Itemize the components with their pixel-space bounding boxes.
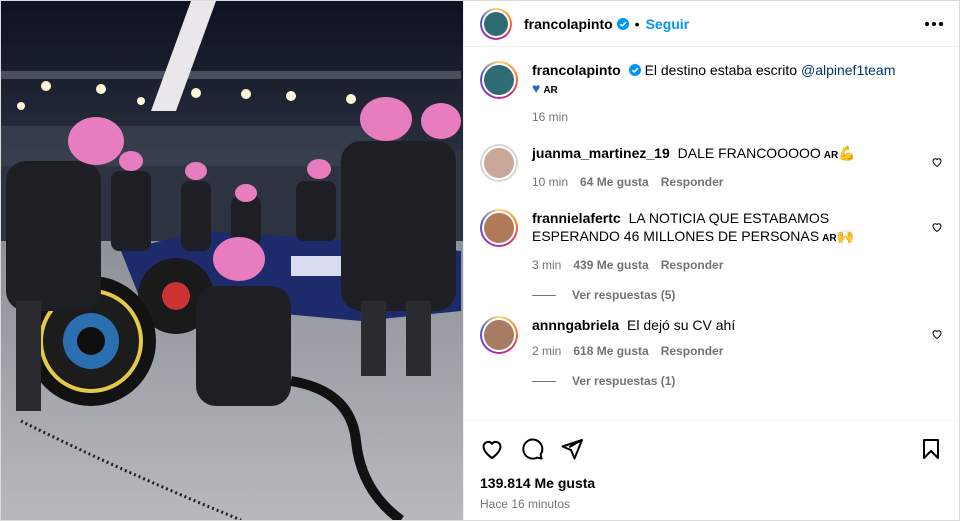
- comment-likes[interactable]: 439 Me gusta: [573, 256, 648, 274]
- comment-likes[interactable]: 64 Me gusta: [580, 173, 649, 191]
- post-likes-count[interactable]: 139.814 Me gusta: [480, 475, 943, 491]
- post-timestamp[interactable]: Hace 16 minutos: [480, 497, 943, 511]
- blue-heart-icon: ♥: [532, 80, 541, 96]
- view-replies-label[interactable]: Ver respuestas (5): [572, 288, 675, 302]
- share-send-icon[interactable]: [560, 437, 584, 461]
- comment-text: El dejó su CV ahí: [627, 317, 736, 333]
- flag-tag: AR: [822, 233, 837, 244]
- flag-tag: AR: [823, 150, 839, 161]
- comment-username[interactable]: juanma_martinez_19: [532, 145, 670, 161]
- comment-text: DALE FRANCOOOOO: [677, 145, 821, 161]
- comment-item: annngabriela El dejó su CV ahí 2 min 618…: [480, 316, 943, 360]
- raised-hands-icon: 🙌: [836, 228, 854, 244]
- post-header: francolapinto • Seguir: [464, 1, 959, 47]
- view-replies-button[interactable]: Ver respuestas (5): [532, 288, 943, 302]
- caption-time: 16 min: [532, 110, 569, 124]
- caption: francolapinto El destino estaba escrito …: [480, 61, 943, 126]
- separator-dot: •: [634, 15, 640, 32]
- like-comment-heart-icon[interactable]: [931, 156, 943, 168]
- comment-time: 2 min: [532, 344, 562, 358]
- like-comment-heart-icon[interactable]: [931, 221, 943, 233]
- save-bookmark-icon[interactable]: [919, 437, 943, 461]
- reply-button[interactable]: Responder: [661, 173, 724, 191]
- flexed-biceps-icon: 💪: [838, 145, 856, 161]
- view-replies-label[interactable]: Ver respuestas (1): [572, 374, 675, 388]
- comment-likes[interactable]: 618 Me gusta: [573, 342, 648, 360]
- caption-text: El destino estaba escrito: [644, 62, 798, 78]
- comment-username[interactable]: frannielafertc: [532, 210, 621, 226]
- author-avatar[interactable]: [480, 7, 512, 40]
- comments-list[interactable]: francolapinto El destino estaba escrito …: [464, 47, 959, 420]
- view-replies-button[interactable]: Ver respuestas (1): [532, 374, 943, 388]
- replies-divider: [532, 380, 556, 382]
- commenter-avatar[interactable]: [480, 316, 518, 354]
- comment-item: frannielafertc LA NOTICIA QUE ESTABAMOS …: [480, 209, 943, 274]
- comment-item: juanma_martinez_19 DALE FRANCOOOOO AR💪 10…: [480, 144, 943, 191]
- pit-stop-photo: [1, 1, 463, 520]
- verified-badge-icon: [616, 17, 629, 30]
- author-avatar[interactable]: [480, 61, 518, 99]
- post-image[interactable]: [1, 1, 463, 520]
- verified-badge-icon: [628, 64, 641, 76]
- flag-tag: AR: [543, 85, 558, 96]
- reply-button[interactable]: Responder: [661, 342, 724, 360]
- post-container: francolapinto • Seguir francolapinto El …: [0, 0, 960, 521]
- author-username[interactable]: francolapinto: [524, 16, 613, 32]
- more-options-icon[interactable]: [925, 21, 943, 26]
- comment-bubble-icon[interactable]: [520, 437, 544, 461]
- caption-mention-link[interactable]: @alpinef1team: [801, 62, 895, 78]
- commenter-avatar[interactable]: [480, 144, 518, 182]
- comment-time: 10 min: [532, 175, 569, 189]
- post-actions: 139.814 Me gusta Hace 16 minutos: [464, 420, 959, 520]
- post-side-panel: francolapinto • Seguir francolapinto El …: [463, 1, 959, 520]
- reply-button[interactable]: Responder: [661, 256, 724, 274]
- replies-divider: [532, 294, 556, 296]
- follow-button[interactable]: Seguir: [646, 16, 690, 32]
- comment-username[interactable]: annngabriela: [532, 317, 619, 333]
- like-comment-heart-icon[interactable]: [931, 328, 943, 340]
- comment-time: 3 min: [532, 258, 562, 272]
- commenter-avatar[interactable]: [480, 209, 518, 247]
- caption-username[interactable]: francolapinto: [532, 62, 621, 78]
- like-heart-icon[interactable]: [480, 437, 504, 461]
